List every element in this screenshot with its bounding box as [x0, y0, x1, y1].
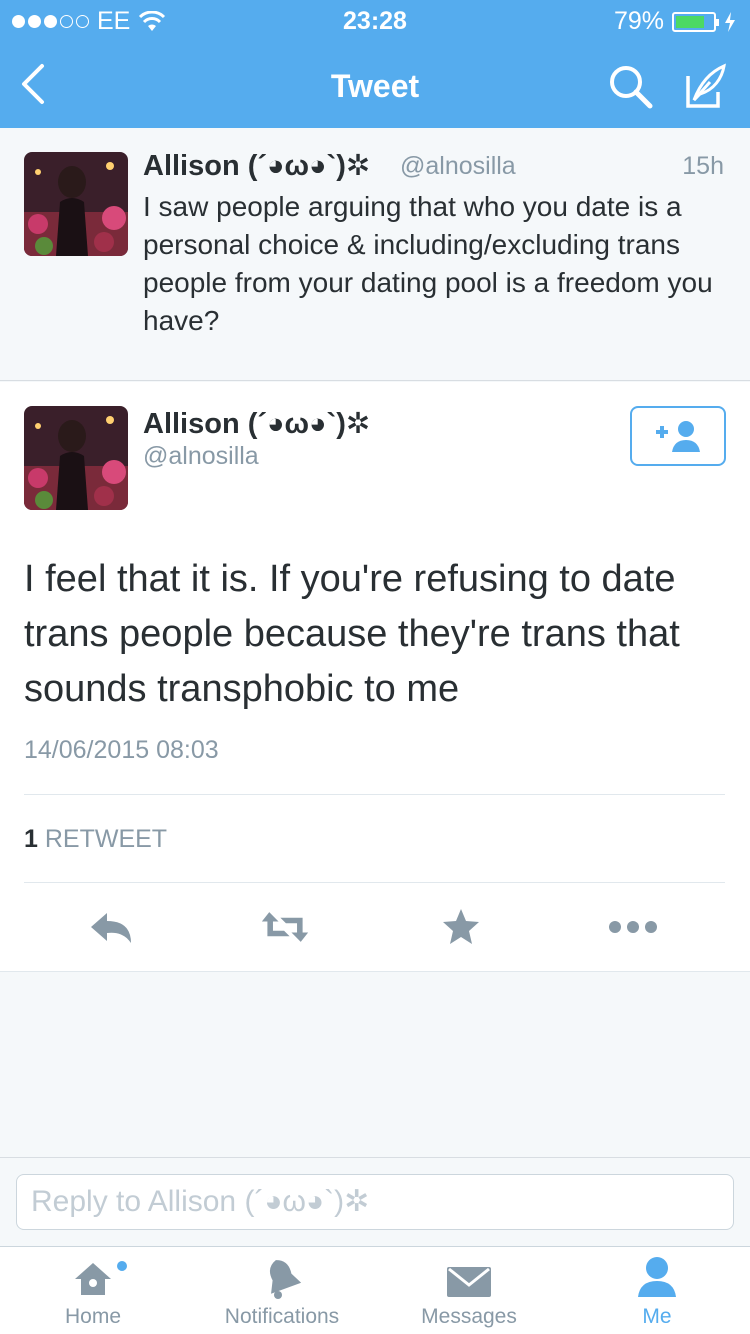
home-icon [75, 1263, 111, 1295]
star-icon [443, 909, 479, 944]
tab-label: Me [642, 1305, 672, 1328]
notification-dot [117, 1261, 127, 1271]
compose-icon[interactable] [680, 62, 730, 112]
avatar[interactable] [24, 152, 128, 256]
tab-label: Home [64, 1305, 122, 1328]
battery-icon [672, 11, 719, 32]
header: EE 23:28 79% Tweet [0, 0, 750, 128]
tab-home[interactable]: Home [38, 1247, 148, 1334]
parent-tweet[interactable]: Allison (´◕ω◕`)✲ @alnosilla 15h I saw pe… [0, 128, 750, 381]
reply-icon [91, 913, 131, 943]
retweet-icon [261, 912, 309, 942]
retweet-button[interactable] [260, 904, 310, 950]
author-handle[interactable]: @alnosilla [143, 442, 259, 471]
more-button[interactable] [608, 904, 658, 950]
divider [24, 794, 725, 795]
retweet-count: 1 [24, 825, 38, 853]
author-handle[interactable]: @alnosilla [400, 152, 516, 181]
tweet-timestamp: 14/06/2015 08:03 [24, 736, 219, 764]
tab-messages[interactable]: Messages [402, 1247, 536, 1334]
main-tweet: Allison (´◕ω◕`)✲ @alnosilla I feel that … [0, 382, 750, 972]
tab-label: Messages [421, 1305, 517, 1328]
nav-bar: Tweet [0, 48, 750, 120]
reply-input[interactable] [16, 1174, 734, 1230]
favorite-button[interactable] [436, 904, 486, 950]
tweet-text: I feel that it is. If you're refusing to… [24, 558, 680, 710]
battery-percent: 79% [613, 7, 664, 35]
envelope-icon [447, 1267, 491, 1297]
tab-bar: Home Notifications Messages Me [0, 1246, 750, 1334]
add-user-icon [656, 421, 700, 452]
avatar[interactable] [24, 406, 128, 510]
reply-button[interactable] [88, 904, 138, 950]
retweet-stats[interactable]: 1 RETWEET [24, 825, 167, 854]
charging-icon [725, 11, 735, 32]
divider [24, 882, 725, 883]
retweet-label: RETWEET [44, 825, 168, 853]
bell-icon [269, 1260, 302, 1299]
author-name[interactable]: Allison (´◕ω◕`)✲ [143, 148, 370, 183]
tweet-age: 15h [682, 152, 724, 180]
tab-me[interactable]: Me [612, 1247, 702, 1334]
tweet-text: I saw people arguing that who you date i… [143, 191, 713, 336]
tab-notifications[interactable]: Notifications [200, 1247, 364, 1334]
tab-label: Notifications [224, 1305, 340, 1328]
status-bar: EE 23:28 79% [0, 0, 750, 40]
reply-bar [0, 1157, 750, 1246]
author-name[interactable]: Allison (´◕ω◕`)✲ [143, 406, 370, 441]
person-icon [638, 1257, 676, 1297]
more-icon [609, 921, 657, 933]
search-icon[interactable] [606, 62, 656, 112]
follow-button[interactable] [630, 406, 726, 466]
